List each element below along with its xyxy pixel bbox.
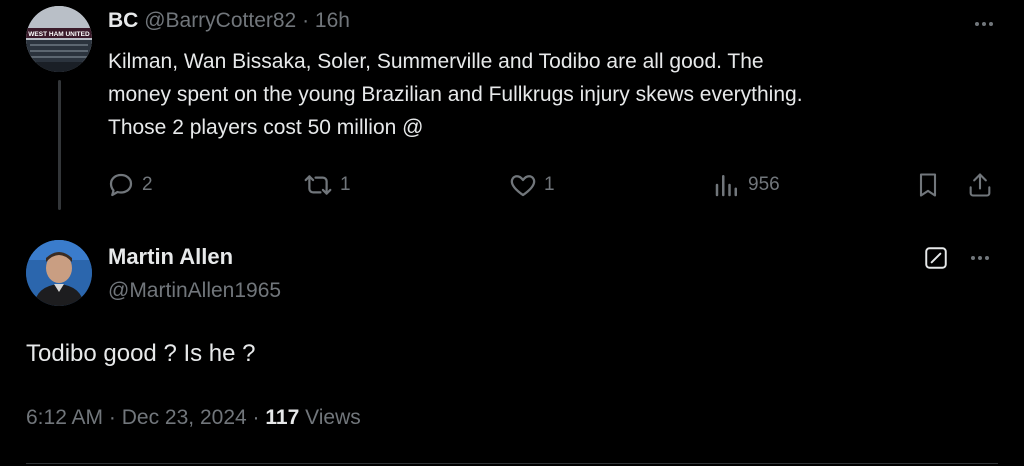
reply-icon: [109, 173, 133, 197]
bookmark-button[interactable]: [914, 168, 942, 202]
views-count: 956: [748, 174, 780, 195]
parent-post-text: Kilman, Wan Bissaka, Soler, Summerville …: [108, 45, 988, 144]
like-button[interactable]: 1: [508, 168, 555, 202]
parent-author-name[interactable]: BC: [108, 9, 138, 32]
post-date[interactable]: Dec 23, 2024: [122, 406, 247, 429]
divider: [26, 463, 998, 464]
grok-icon: [925, 247, 947, 269]
thread-connector-line: [58, 80, 61, 210]
avatar-banner-text: WEST HAM UNITED: [28, 31, 90, 38]
header-separator: ·: [302, 9, 310, 32]
parent-text-line: money spent on the young Brazilian and F…: [108, 83, 803, 106]
share-icon: [969, 173, 991, 197]
reply-more-button[interactable]: [966, 244, 994, 272]
reply-post-text: Todibo good ? Is he ?: [26, 340, 256, 367]
parent-author-avatar[interactable]: WEST HAM UNITED: [26, 6, 92, 72]
views-button[interactable]: 956: [712, 168, 780, 202]
meta-separator: ·: [108, 406, 116, 429]
meta-separator: ·: [252, 406, 260, 429]
parent-post-header: BC @BarryCotter82 · 16h: [108, 8, 350, 34]
parent-post-time[interactable]: 16h: [315, 9, 350, 32]
views-count-total: 117: [265, 406, 300, 429]
views-label: Views: [305, 406, 361, 429]
parent-more-button[interactable]: [970, 10, 998, 38]
repost-button[interactable]: 1: [302, 168, 351, 202]
parent-text-line: Kilman, Wan Bissaka, Soler, Summerville …: [108, 50, 764, 73]
repost-icon: [304, 175, 332, 195]
parent-author-handle[interactable]: @BarryCotter82: [144, 9, 296, 32]
repost-count: 1: [340, 174, 351, 195]
views-icon: [715, 175, 737, 197]
reply-author-handle[interactable]: @MartinAllen1965: [108, 278, 281, 304]
reply-count: 2: [142, 174, 153, 195]
reply-author-avatar[interactable]: [26, 240, 92, 306]
parent-text-line: Those 2 players cost 50 million @: [108, 116, 424, 139]
grok-button[interactable]: [922, 244, 950, 272]
parent-actions-row: 2 1 1 956: [100, 168, 1000, 202]
share-button[interactable]: [966, 168, 994, 202]
like-icon: [510, 175, 536, 197]
post-time[interactable]: 6:12 AM: [26, 406, 103, 429]
like-count: 1: [544, 174, 555, 195]
reply-author-name[interactable]: Martin Allen: [108, 244, 233, 270]
more-icon: [971, 256, 989, 260]
more-icon: [975, 22, 993, 26]
reply-meta-row: 6:12 AM · Dec 23, 2024 · 117 Views: [26, 404, 361, 432]
bookmark-icon: [919, 173, 937, 197]
reply-button[interactable]: 2: [106, 168, 153, 202]
